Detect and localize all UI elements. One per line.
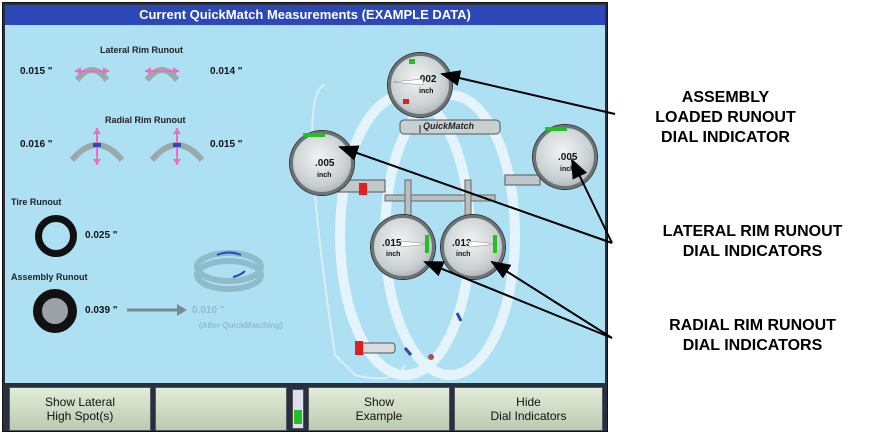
callout-leader-lines [338, 70, 616, 339]
